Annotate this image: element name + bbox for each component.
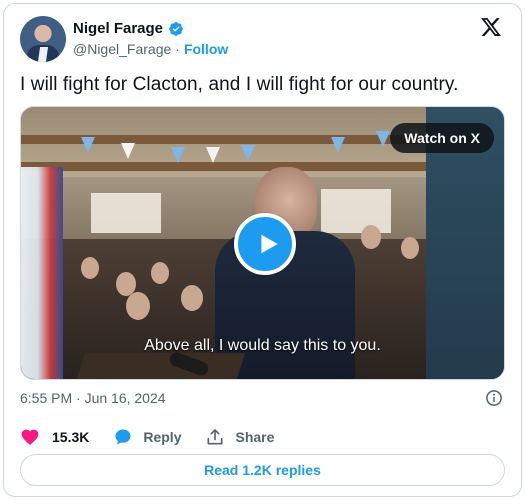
info-icon[interactable] <box>485 389 503 407</box>
video-scene-person <box>151 262 169 284</box>
share-button[interactable]: Share <box>205 427 274 447</box>
video-scene-person <box>81 257 99 279</box>
action-bar: 15.3K Reply Share <box>20 426 274 448</box>
video-scene-bunting <box>241 145 255 161</box>
avatar[interactable] <box>20 16 66 62</box>
tweet-text: I will fight for Clacton, and I will fig… <box>20 74 459 95</box>
author-name[interactable]: Nigel Farage <box>73 20 163 37</box>
follow-button[interactable]: Follow <box>184 41 228 57</box>
verified-badge-icon <box>169 21 183 36</box>
video-scene-bunting <box>81 137 95 153</box>
share-icon <box>207 429 223 445</box>
tweet-card: Nigel Farage @Nigel_Farage · Follow I wi… <box>3 3 522 497</box>
watch-on-x-button[interactable]: Watch on X <box>390 123 494 153</box>
video-caption: Above all, I would say this to you. <box>144 337 381 354</box>
tweet-header: Nigel Farage @Nigel_Farage · Follow <box>20 16 505 66</box>
video-scene-bunting <box>206 147 220 163</box>
like-button[interactable]: 15.3K <box>20 427 89 447</box>
separator-dot: · <box>175 41 180 57</box>
video-scene-bunting <box>331 137 345 153</box>
play-button[interactable] <box>234 213 296 275</box>
tweet-timestamp[interactable]: 6:55 PM · Jun 16, 2024 <box>20 390 166 406</box>
video-scene-bunting <box>121 143 135 159</box>
share-label: Share <box>235 429 275 445</box>
handle-row: @Nigel_Farage · Follow <box>73 41 228 57</box>
heart-icon <box>21 429 39 445</box>
video-scene-bunting <box>171 147 185 163</box>
video-scene-person <box>181 285 203 311</box>
video-scene-person <box>126 292 150 320</box>
author-handle[interactable]: @Nigel_Farage <box>73 41 171 57</box>
read-replies-button[interactable]: Read 1.2K replies <box>20 454 505 486</box>
video-scene-window <box>91 193 161 233</box>
reply-label: Reply <box>143 429 182 445</box>
name-row: Nigel Farage <box>73 20 184 37</box>
x-logo-icon[interactable] <box>480 16 502 38</box>
video-player[interactable]: Watch on X Above all, I would say this t… <box>20 106 505 380</box>
reply-bubble-icon <box>115 429 131 445</box>
video-scene-person <box>361 225 381 249</box>
play-icon <box>261 234 278 254</box>
video-scene-lectern <box>76 353 246 379</box>
reply-button[interactable]: Reply <box>113 427 181 447</box>
video-scene-person <box>401 237 419 259</box>
like-count: 15.3K <box>52 429 90 445</box>
video-scene-bunting <box>376 131 390 147</box>
